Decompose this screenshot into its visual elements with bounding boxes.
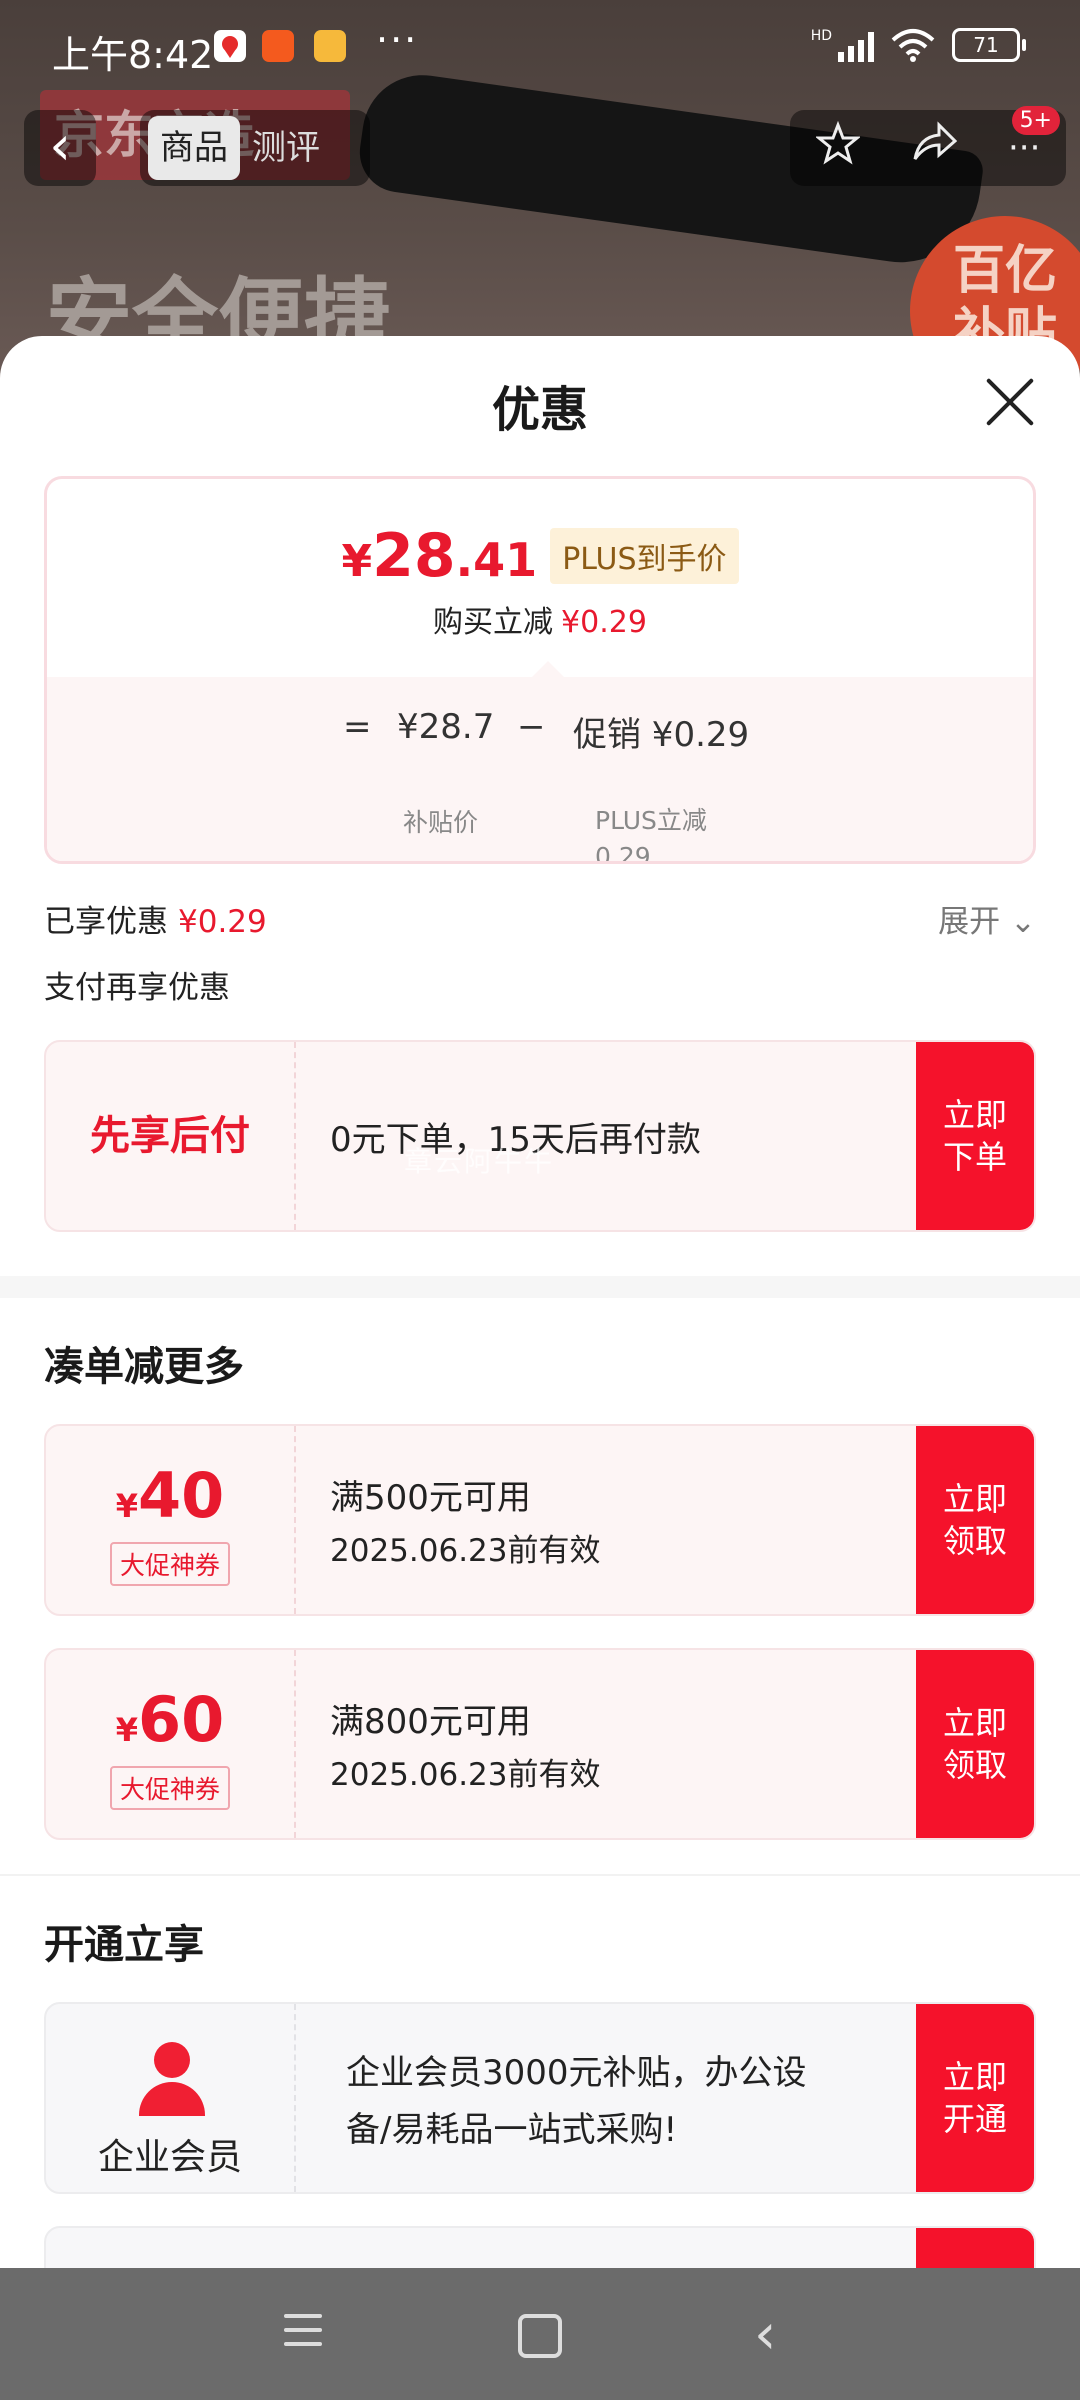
- signal-icon: HD: [811, 28, 874, 62]
- sheet-title: 优惠: [491, 382, 588, 438]
- final-price: ¥28.41 PLUS到手价: [47, 521, 1033, 591]
- bundle-section-title: 凑单减更多: [44, 1344, 244, 1390]
- section-divider: [0, 1276, 1080, 1298]
- chevron-down-icon: ⌄: [1010, 904, 1036, 940]
- enterprise-vip-card: 企业会员 企业会员3000元补贴，办公设 备/易耗品一站式采购! 立即 开通: [44, 2002, 1036, 2194]
- status-indicators: HD 71: [811, 28, 1026, 62]
- subsidy-price-label: 补贴价: [403, 808, 479, 837]
- subsidy-price: ¥28.7: [397, 707, 495, 747]
- taobao-app-icon: [262, 30, 294, 62]
- back-icon[interactable]: ‹: [754, 2302, 776, 2367]
- bnpl-label-area: 先享后付: [46, 1042, 296, 1230]
- back-button[interactable]: ‹: [24, 110, 96, 186]
- share-icon[interactable]: [911, 121, 957, 175]
- coupon-condition: 满800元可用: [330, 1702, 531, 1742]
- notification-count-badge: 5+: [1011, 106, 1060, 135]
- coupon-tag: 大促神券: [109, 1766, 230, 1810]
- open-section-title: 开通立享: [44, 1922, 204, 1968]
- price-breakdown: = ¥28.7 − 促销 ¥0.29 补贴价 PLUS立减 0.29: [47, 661, 1033, 864]
- claim-coupon-button[interactable]: 立即 领取: [916, 1426, 1034, 1614]
- plus-price-label: PLUS到手价: [550, 528, 739, 584]
- coupon-tag: 大促神券: [109, 1542, 230, 1586]
- status-bar: 上午8:42 ··· HD 71: [0, 0, 1080, 96]
- menu-icon[interactable]: [284, 2314, 322, 2356]
- coupon-amount: ¥60: [115, 1683, 225, 1756]
- vip-label: 企业会员: [97, 2137, 242, 2178]
- watermark: 章云阿牛牛: [404, 1145, 555, 1178]
- final-price-value: ¥28.41: [341, 521, 538, 591]
- app-notification-icon: [214, 30, 246, 62]
- favorite-star-icon[interactable]: [814, 120, 861, 175]
- coupon-expiry: 2025.06.23前有效: [330, 1757, 601, 1793]
- coupon-amount: ¥40: [115, 1459, 225, 1532]
- order-now-button[interactable]: 立即 下单: [916, 1042, 1034, 1230]
- vip-desc-line1: 企业会员3000元补贴，办公设: [346, 2053, 807, 2093]
- minus-sign: −: [517, 707, 546, 747]
- product-tabs: 商品 测评: [140, 110, 370, 186]
- close-icon[interactable]: [984, 376, 1036, 428]
- bnpl-label: 先享后付: [90, 1113, 250, 1159]
- wifi-icon: [891, 29, 935, 62]
- coupon-card: ¥60 大促神券 满800元可用 2025.06.23前有效 立即 领取: [44, 1648, 1036, 1840]
- instant-discount: 购买立减 ¥0.29: [433, 605, 647, 640]
- battery-icon: 71: [952, 28, 1026, 62]
- coupon-card: ¥40 大促神券 满500元可用 2025.06.23前有效 立即 领取: [44, 1424, 1036, 1616]
- next-card-partial: [44, 2226, 1036, 2268]
- open-vip-button[interactable]: 立即 开通: [916, 2004, 1034, 2192]
- more-notifications-icon: ···: [376, 18, 419, 62]
- equals-sign: =: [343, 707, 372, 747]
- coupon-condition: 满500元可用: [330, 1478, 531, 1518]
- promo-discount: 促销 ¥0.29: [573, 715, 750, 755]
- discount-sheet: 优惠 ¥28.41 PLUS到手价 购买立减 ¥0.29 = ¥28.7 − 促销…: [0, 336, 1080, 2268]
- price-card: ¥28.41 PLUS到手价 购买立减 ¥0.29 = ¥28.7 − 促销 ¥0…: [44, 476, 1036, 864]
- section-divider: [0, 1874, 1080, 1876]
- product-navbar: ‹ 商品 测评 ··· 5+: [0, 106, 1080, 196]
- plus-discount-label: PLUS立减 0.29: [595, 806, 707, 864]
- tab-product[interactable]: 商品: [148, 116, 240, 180]
- claim-coupon-button[interactable]: 立即 领取: [916, 1650, 1034, 1838]
- vip-desc-line2: 备/易耗品一站式采购!: [346, 2110, 678, 2150]
- system-nav-bar: ‹: [0, 2268, 1080, 2400]
- home-icon[interactable]: [518, 2314, 562, 2358]
- expand-button[interactable]: 展开 ⌄: [938, 896, 1036, 941]
- status-time: 上午8:42: [52, 33, 214, 77]
- message-app-icon: [314, 30, 346, 62]
- nav-actions: ··· 5+: [790, 106, 1066, 186]
- tab-review[interactable]: 测评: [240, 116, 332, 180]
- pay-more-label: 支付再享优惠: [44, 970, 230, 1006]
- bnpl-card[interactable]: 先享后付 0元下单，15天后再付款 立即 下单: [44, 1040, 1036, 1232]
- coupon-expiry: 2025.06.23前有效: [330, 1533, 601, 1569]
- enjoyed-discount: 已享优惠 ¥0.29: [44, 904, 267, 940]
